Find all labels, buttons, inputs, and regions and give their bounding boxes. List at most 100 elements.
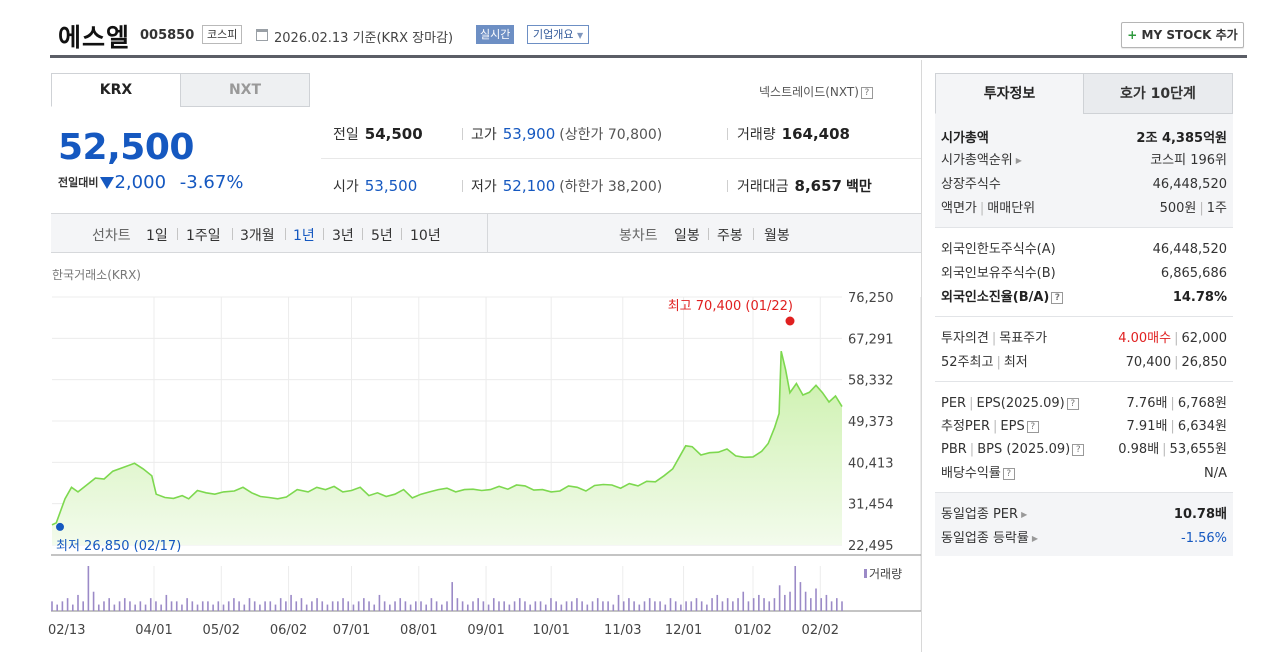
pbr-label-wrap: PBR | BPS (2025.09)? bbox=[941, 439, 1085, 461]
volume-bar bbox=[316, 598, 318, 611]
chevron-right-icon: ▶ bbox=[1015, 156, 1022, 165]
y-tick-label: 22,495 bbox=[848, 539, 894, 554]
opinion-value: 4.00매수 bbox=[1118, 331, 1172, 346]
volume-bar bbox=[404, 601, 407, 611]
volume-bar bbox=[742, 591, 745, 611]
volume-bar bbox=[560, 604, 563, 611]
volume-bar bbox=[799, 582, 802, 611]
volume-bar bbox=[305, 604, 308, 611]
volume-bar bbox=[487, 604, 490, 611]
shares-label: 상장주식수 bbox=[941, 177, 1001, 192]
divider: | bbox=[993, 419, 998, 434]
pbr-label: PBR bbox=[941, 442, 967, 457]
row-foreign-limit: 외국인한도주식수(A) 46,448,520 bbox=[941, 239, 1227, 261]
volume-bar bbox=[726, 598, 729, 611]
help-icon[interactable]: ? bbox=[1002, 467, 1015, 480]
div-value: N/A bbox=[1204, 466, 1227, 481]
volume-bar bbox=[690, 601, 693, 611]
volume-bar bbox=[794, 566, 797, 611]
volume-bar bbox=[607, 601, 609, 611]
help-icon[interactable]: ? bbox=[1072, 443, 1085, 456]
volume-bar bbox=[357, 601, 360, 611]
volume-bar bbox=[518, 598, 521, 611]
volume-bar bbox=[685, 601, 687, 611]
bps-value: 53,655원 bbox=[1169, 442, 1227, 457]
volume-bar bbox=[300, 598, 303, 611]
par-label-wrap: 액면가 | 매매단위 bbox=[941, 198, 1035, 220]
est-per-label-wrap: 추정PER | EPS? bbox=[941, 416, 1039, 438]
divider bbox=[935, 381, 1233, 382]
volume-bar bbox=[643, 601, 646, 611]
foreign-own-value: 6,865,686 bbox=[1160, 266, 1227, 281]
volume-bar bbox=[711, 598, 713, 611]
volume-legend-swatch bbox=[864, 569, 867, 578]
volume-bar bbox=[420, 601, 422, 611]
industry-per-label: 동일업종 PER bbox=[941, 507, 1019, 522]
volume-bar bbox=[253, 601, 256, 611]
y-tick-label: 31,454 bbox=[848, 498, 894, 513]
volume-bar bbox=[139, 601, 142, 611]
shares-value: 46,448,520 bbox=[1152, 177, 1227, 192]
row-foreign-rate: 외국인소진율(B/A)? 14.78% bbox=[941, 287, 1227, 309]
row-industry-per[interactable]: 동일업종 PER ▶ 10.78배 bbox=[941, 504, 1227, 526]
w52-low-label: 최저 bbox=[1003, 355, 1028, 370]
volume-bar bbox=[233, 598, 235, 611]
row-par: 액면가 | 매매단위 500원 | 1주 bbox=[941, 198, 1227, 220]
w52-value-wrap: 70,400 | 26,850 bbox=[1126, 352, 1227, 374]
per-value: 7.76배 bbox=[1126, 396, 1168, 411]
x-tick-label: 01/02 bbox=[734, 623, 771, 638]
volume-bar bbox=[129, 601, 131, 611]
volume-bar bbox=[820, 598, 823, 611]
w52-label-wrap: 52주최고 | 최저 bbox=[941, 352, 1028, 374]
divider: | bbox=[969, 442, 975, 457]
row-market-cap: 시가총액 2조 4,385억원 bbox=[941, 128, 1227, 150]
row-cap-rank[interactable]: 시가총액순위 ▶ 코스피 196위 bbox=[941, 150, 1227, 172]
par-value-wrap: 500원 | 1주 bbox=[1160, 198, 1227, 220]
volume-bar bbox=[550, 598, 552, 611]
volume-bar bbox=[165, 594, 168, 611]
high-label: 최고 70,400 (01/22) bbox=[668, 299, 793, 314]
volume-bar bbox=[217, 601, 220, 611]
volume-bar bbox=[492, 598, 495, 611]
volume-bar bbox=[716, 594, 719, 611]
price-chart[interactable]: 76,250 67,291 58,332 49,373 40,413 31,454 22,4… bbox=[0, 0, 922, 652]
tab-investment-info[interactable]: 투자정보 bbox=[935, 73, 1084, 114]
volume-bar bbox=[477, 598, 479, 611]
volume-bar bbox=[342, 598, 344, 611]
foreign-own-label: 외국인보유주식수(B) bbox=[941, 266, 1056, 281]
volume-bar bbox=[337, 601, 339, 611]
help-icon[interactable]: ? bbox=[1051, 291, 1064, 304]
volume-bar bbox=[227, 601, 230, 611]
row-industry-rate[interactable]: 동일업종 등락률 ▶ -1.56% bbox=[941, 528, 1227, 550]
volume-bar bbox=[825, 594, 828, 611]
volume-bar bbox=[399, 598, 402, 611]
x-tick-label: 06/02 bbox=[270, 623, 307, 638]
volume-bar bbox=[669, 598, 672, 611]
price-area bbox=[52, 351, 842, 545]
help-icon[interactable]: ? bbox=[1026, 420, 1039, 433]
tab-quote-10[interactable]: 호가 10단계 bbox=[1083, 73, 1233, 114]
x-tick-label: 02/13 bbox=[48, 623, 85, 638]
high-marker bbox=[785, 316, 795, 326]
x-tick-label: 12/01 bbox=[665, 623, 702, 638]
volume-legend-label: 거래량 bbox=[869, 567, 902, 581]
volume-bar bbox=[508, 604, 511, 611]
my-stock-add-button[interactable]: + MY STOCK 추가 bbox=[1121, 22, 1244, 48]
volume-bar bbox=[113, 604, 116, 611]
divider bbox=[921, 60, 922, 652]
volume-bar bbox=[311, 601, 313, 611]
volume-bar bbox=[602, 601, 604, 611]
row-pbr: PBR | BPS (2025.09)? 0.98배 | 53,655원 bbox=[941, 439, 1227, 461]
w52-low-value: 26,850 bbox=[1181, 355, 1228, 370]
volume-bar bbox=[285, 601, 287, 611]
cap-rank-label: 시가총액순위 bbox=[941, 153, 1013, 168]
volume-bar bbox=[591, 601, 594, 611]
volume-bar bbox=[212, 604, 214, 611]
x-tick-label: 09/01 bbox=[467, 623, 504, 638]
per-value-wrap: 7.76배 | 6,768원 bbox=[1127, 393, 1227, 415]
volume-bar bbox=[175, 601, 178, 611]
volume-bar bbox=[815, 588, 817, 611]
help-icon[interactable]: ? bbox=[1066, 397, 1079, 410]
per-label-wrap: PER | EPS(2025.09)? bbox=[941, 393, 1079, 415]
volume-bar bbox=[544, 604, 547, 611]
